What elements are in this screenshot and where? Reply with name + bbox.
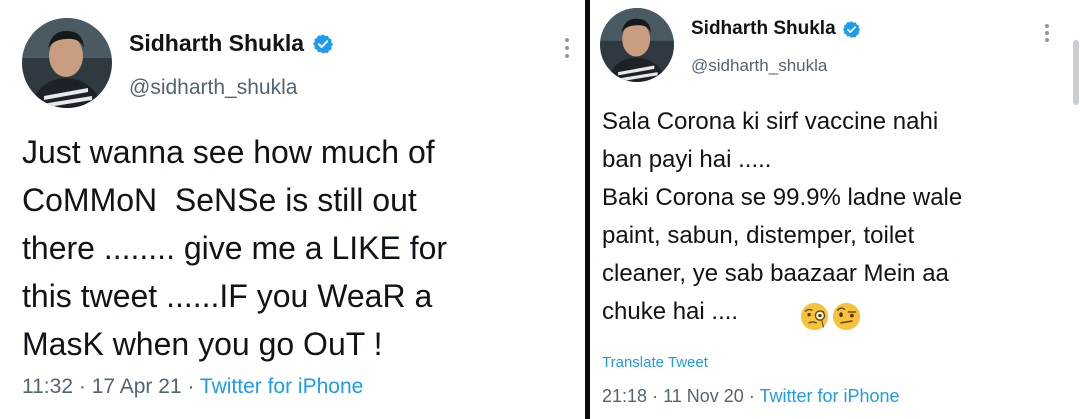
meta-separator: · <box>78 375 86 398</box>
avatar[interactable] <box>22 18 112 108</box>
tweet-date[interactable]: 11 Nov 20 <box>663 386 744 406</box>
more-options-icon[interactable] <box>1045 24 1050 42</box>
verified-badge-icon <box>312 33 334 55</box>
tweet-source-link[interactable]: Twitter for iPhone <box>200 375 363 398</box>
tweet-time[interactable]: 11:32 <box>22 375 73 398</box>
right-tweet-card: Sidharth Shukla @sidharth_shukla Sala Co… <box>590 0 1080 419</box>
avatar[interactable] <box>600 8 674 82</box>
tweet-text: Just wanna see how much of CoMMoN SeNSe … <box>22 134 448 362</box>
meta-separator: · <box>748 386 755 406</box>
tweet-date[interactable]: 17 Apr 21 <box>92 375 182 398</box>
face-with-monocle-icon <box>800 302 829 331</box>
translate-tweet-link[interactable]: Translate Tweet <box>602 354 708 371</box>
meta-separator: · <box>187 375 195 398</box>
tweet-text: Sala Corona ki sirf vaccine nahi ban pay… <box>602 108 963 325</box>
emoji-group <box>800 302 861 331</box>
display-name[interactable]: Sidharth Shukla <box>691 18 836 40</box>
author-name-row: Sidharth Shukla <box>129 30 334 57</box>
handle[interactable]: @sidharth_shukla <box>691 56 827 76</box>
more-options-icon[interactable] <box>565 38 570 58</box>
scrollbar-thumb[interactable] <box>1073 40 1079 105</box>
author-name-row: Sidharth Shukla <box>691 18 861 40</box>
tweet-meta: 11:32 · 17 Apr 21 · Twitter for iPhone <box>22 375 363 399</box>
face-with-raised-eyebrow-icon <box>832 302 861 331</box>
tweet-meta: 21:18 · 11 Nov 20 · Twitter for iPhone <box>602 386 900 407</box>
left-tweet-card: Sidharth Shukla @sidharth_shukla Just wa… <box>0 0 585 419</box>
handle[interactable]: @sidharth_shukla <box>129 76 297 100</box>
tweet-source-link[interactable]: Twitter for iPhone <box>760 386 900 406</box>
verified-badge-icon <box>842 20 861 39</box>
display-name[interactable]: Sidharth Shukla <box>129 30 304 57</box>
tweet-time[interactable]: 21:18 <box>602 386 647 406</box>
meta-separator: · <box>652 386 659 406</box>
